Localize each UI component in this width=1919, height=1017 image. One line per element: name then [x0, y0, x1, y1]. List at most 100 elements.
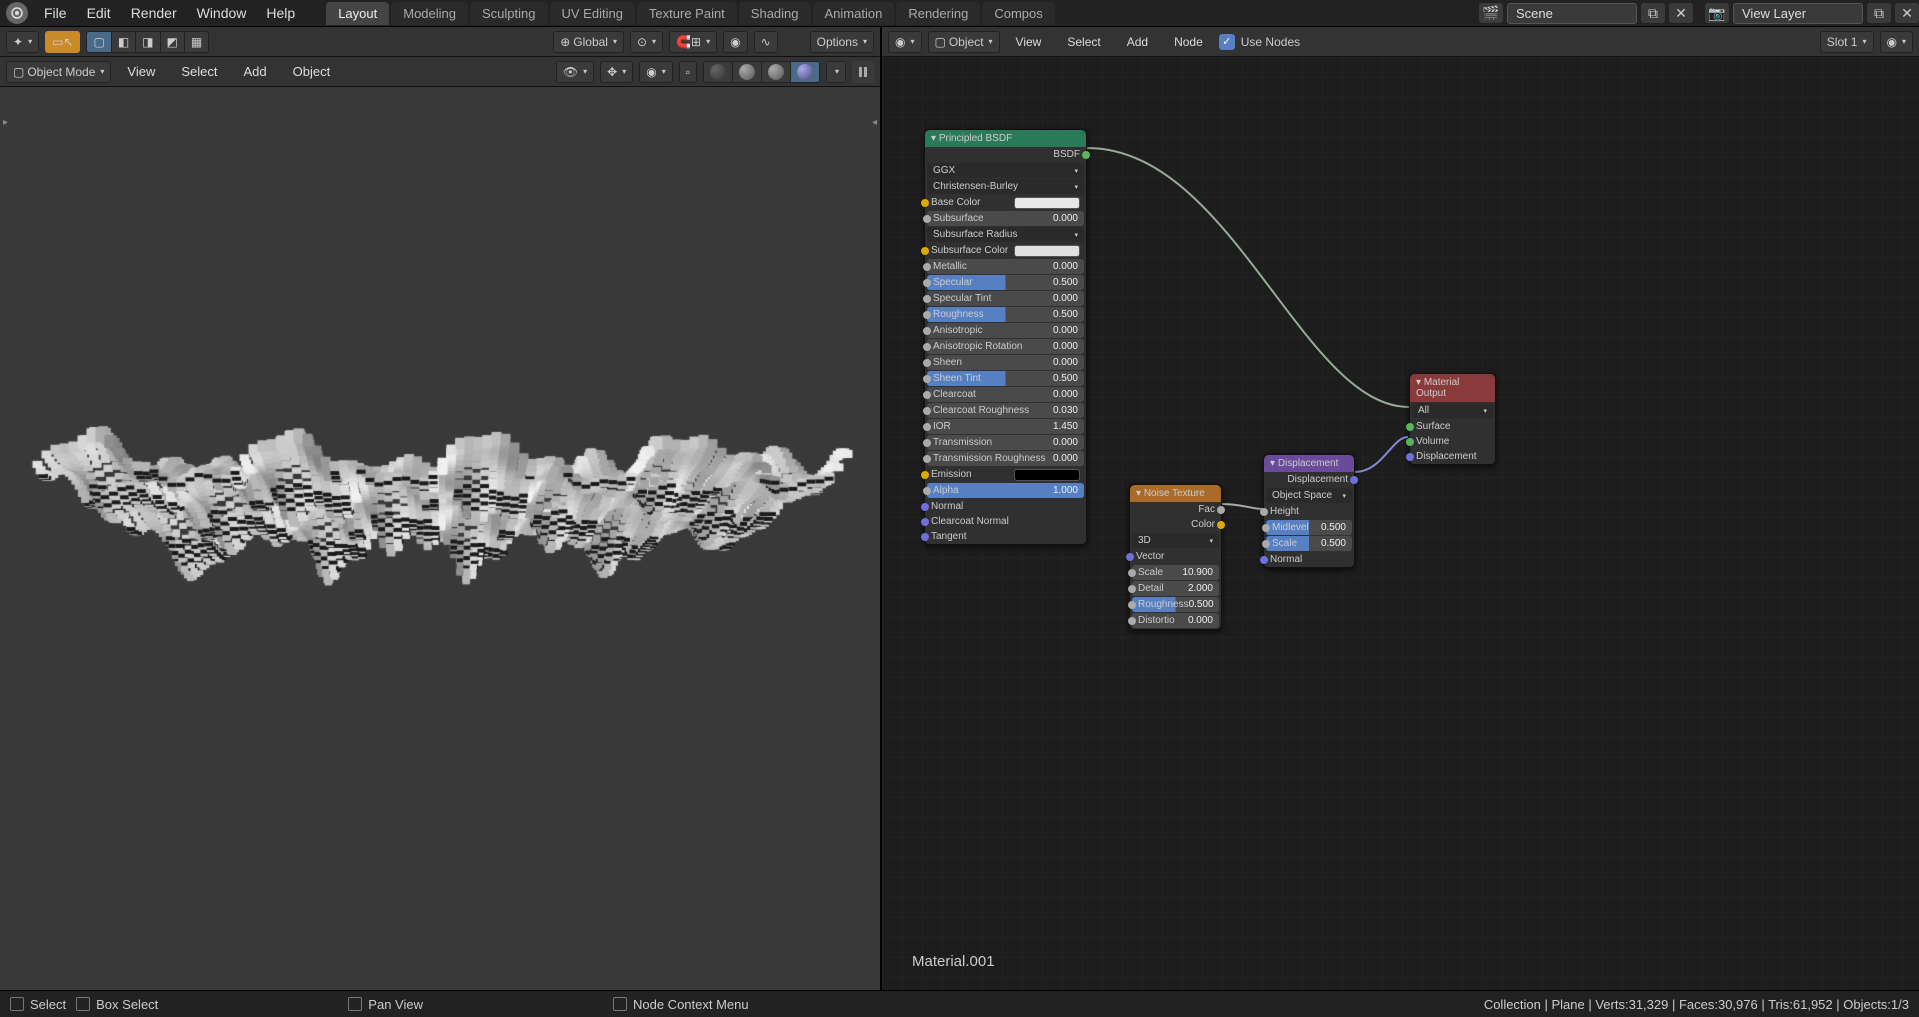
collapse-left-icon[interactable]: ▸: [3, 117, 8, 128]
bsdf-transmission-roughness[interactable]: Transmission Roughness0.000: [927, 451, 1084, 466]
menu-help[interactable]: Help: [256, 5, 305, 21]
ne-add-menu[interactable]: Add: [1117, 35, 1158, 49]
viewlayer-name-input[interactable]: [1733, 3, 1863, 24]
options-dropdown[interactable]: Options: [810, 31, 874, 53]
scene-delete-icon[interactable]: ✕: [1669, 3, 1693, 23]
select-tool-icon[interactable]: ▭↖: [45, 31, 80, 53]
bsdf-emission[interactable]: Emission: [925, 467, 1086, 482]
viewlayer-delete-icon[interactable]: ✕: [1895, 3, 1919, 23]
node-editor-type-dropdown[interactable]: ◉: [888, 31, 922, 53]
vp-select-menu[interactable]: Select: [171, 64, 227, 79]
viewlayer-browse-icon[interactable]: 📷: [1705, 3, 1729, 23]
pause-render-icon[interactable]: [852, 61, 874, 83]
node-header[interactable]: ▾ Material Output: [1410, 374, 1495, 402]
tab-rendering[interactable]: Rendering: [896, 2, 980, 25]
tab-layout[interactable]: Layout: [326, 2, 389, 25]
shading-rendered-icon[interactable]: [790, 61, 820, 83]
scene-browse-icon[interactable]: 🎬: [1479, 3, 1503, 23]
menu-render[interactable]: Render: [121, 5, 187, 21]
bsdf-clearcoat[interactable]: Clearcoat0.000: [927, 387, 1084, 402]
viewport-canvas[interactable]: ▸ ◂: [0, 87, 880, 990]
bsdf-anisotropic[interactable]: Anisotropic0.000: [927, 323, 1084, 338]
editor-type-dropdown[interactable]: ✦: [6, 31, 39, 53]
overlay-dropdown[interactable]: ◉: [639, 61, 673, 83]
node-noise-texture[interactable]: ▾ Noise Texture Fac Color 3D Vector Scal…: [1129, 484, 1222, 630]
bsdf-clearcoat-normal[interactable]: Clearcoat Normal: [925, 514, 1086, 529]
collapse-right-icon[interactable]: ◂: [872, 117, 877, 128]
viewlayer-new-icon[interactable]: ⧉: [1867, 3, 1891, 23]
app-logo-icon[interactable]: [6, 2, 28, 24]
menu-file[interactable]: File: [34, 5, 77, 21]
slot-dropdown[interactable]: Slot 1: [1820, 31, 1874, 53]
visibility-dropdown[interactable]: 👁: [556, 61, 594, 83]
menu-edit[interactable]: Edit: [77, 5, 121, 21]
tab-uvediting[interactable]: UV Editing: [550, 2, 635, 25]
bsdf-sheen-tint[interactable]: Sheen Tint0.500: [927, 371, 1084, 386]
bsdf-specular-tint[interactable]: Specular Tint0.000: [927, 291, 1084, 306]
bsdf-subsurface-color[interactable]: Subsurface Color: [925, 243, 1086, 258]
tab-texturepaint[interactable]: Texture Paint: [637, 2, 737, 25]
noise-distortio[interactable]: Distortio0.000: [1132, 613, 1219, 628]
noise-scale[interactable]: Scale10.900: [1132, 565, 1219, 580]
vp-add-menu[interactable]: Add: [234, 64, 277, 79]
node-header[interactable]: ▾ Principled BSDF: [925, 130, 1086, 147]
bsdf-normal[interactable]: Normal: [925, 499, 1086, 514]
material-pin-icon[interactable]: ◉: [1880, 31, 1914, 53]
scene-new-icon[interactable]: ⧉: [1641, 3, 1665, 23]
noise-detail[interactable]: Detail2.000: [1132, 581, 1219, 596]
select-mode-1[interactable]: ▢: [86, 31, 110, 53]
tab-sculpting[interactable]: Sculpting: [470, 2, 547, 25]
bsdf-anisotropic-rotation[interactable]: Anisotropic Rotation0.000: [927, 339, 1084, 354]
pivot-dropdown[interactable]: ⊙: [630, 31, 663, 53]
node-header[interactable]: ▾ Displacement: [1264, 455, 1354, 472]
tab-compositing[interactable]: Compos: [982, 2, 1054, 25]
tab-animation[interactable]: Animation: [813, 2, 895, 25]
bsdf-distribution[interactable]: GGX: [927, 163, 1084, 178]
snap-dropdown[interactable]: 🧲⊞: [669, 31, 717, 53]
bsdf-metallic[interactable]: Metallic0.000: [927, 259, 1084, 274]
bsdf-transmission[interactable]: Transmission0.000: [927, 435, 1084, 450]
bsdf-base-color[interactable]: Base Color: [925, 195, 1086, 210]
mode-dropdown[interactable]: ▢ Object Mode: [6, 61, 111, 83]
ne-view-menu[interactable]: View: [1006, 35, 1052, 49]
shading-options-dropdown[interactable]: [826, 61, 846, 83]
ne-node-menu[interactable]: Node: [1164, 35, 1213, 49]
bsdf-clearcoat-roughness[interactable]: Clearcoat Roughness0.030: [927, 403, 1084, 418]
shading-solid-icon[interactable]: [732, 61, 761, 83]
node-header[interactable]: ▾ Noise Texture: [1130, 485, 1221, 502]
bsdf-specular[interactable]: Specular0.500: [927, 275, 1084, 290]
node-principled-bsdf[interactable]: ▾ Principled BSDF BSDF GGX Christensen-B…: [924, 129, 1087, 545]
output-target[interactable]: All: [1412, 403, 1493, 418]
select-mode-5[interactable]: ▦: [184, 31, 209, 53]
shading-wireframe-icon[interactable]: [703, 61, 732, 83]
bsdf-sheen[interactable]: Sheen0.000: [927, 355, 1084, 370]
bsdf-tangent[interactable]: Tangent: [925, 529, 1086, 544]
select-mode-2[interactable]: ◧: [111, 31, 135, 53]
curve-icon[interactable]: ∿: [754, 31, 778, 53]
select-mode-4[interactable]: ◩: [160, 31, 184, 53]
bsdf-ior[interactable]: IOR1.450: [927, 419, 1084, 434]
noise-dim[interactable]: 3D: [1132, 533, 1219, 548]
shading-matprev-icon[interactable]: [761, 61, 790, 83]
ne-select-menu[interactable]: Select: [1057, 35, 1110, 49]
proportional-edit-icon[interactable]: ◉: [723, 31, 747, 53]
bsdf-alpha[interactable]: Alpha1.000: [927, 483, 1084, 498]
node-material-output[interactable]: ▾ Material Output All Surface Volume Dis…: [1409, 373, 1496, 465]
disp-scale[interactable]: Scale0.500: [1266, 536, 1352, 551]
scene-name-input[interactable]: [1507, 3, 1637, 24]
bsdf-subsurface[interactable]: Subsurface0.000: [927, 211, 1084, 226]
vp-object-menu[interactable]: Object: [283, 64, 341, 79]
use-nodes-checkbox[interactable]: ✓: [1219, 34, 1235, 50]
bsdf-sss-method[interactable]: Christensen-Burley: [927, 179, 1084, 194]
node-canvas[interactable]: ▾ Principled BSDF BSDF GGX Christensen-B…: [882, 57, 1919, 990]
select-mode-3[interactable]: ◨: [135, 31, 159, 53]
node-object-dropdown[interactable]: ▢ Object: [928, 31, 1000, 53]
orientation-dropdown[interactable]: ⊕ Global: [553, 31, 624, 53]
bsdf-roughness[interactable]: Roughness0.500: [927, 307, 1084, 322]
tab-modeling[interactable]: Modeling: [391, 2, 468, 25]
node-displacement[interactable]: ▾ Displacement Displacement Object Space…: [1263, 454, 1355, 568]
noise-roughness[interactable]: Roughness0.500: [1132, 597, 1219, 612]
vp-view-menu[interactable]: View: [117, 64, 165, 79]
disp-space[interactable]: Object Space: [1266, 488, 1352, 503]
tab-shading[interactable]: Shading: [739, 2, 811, 25]
